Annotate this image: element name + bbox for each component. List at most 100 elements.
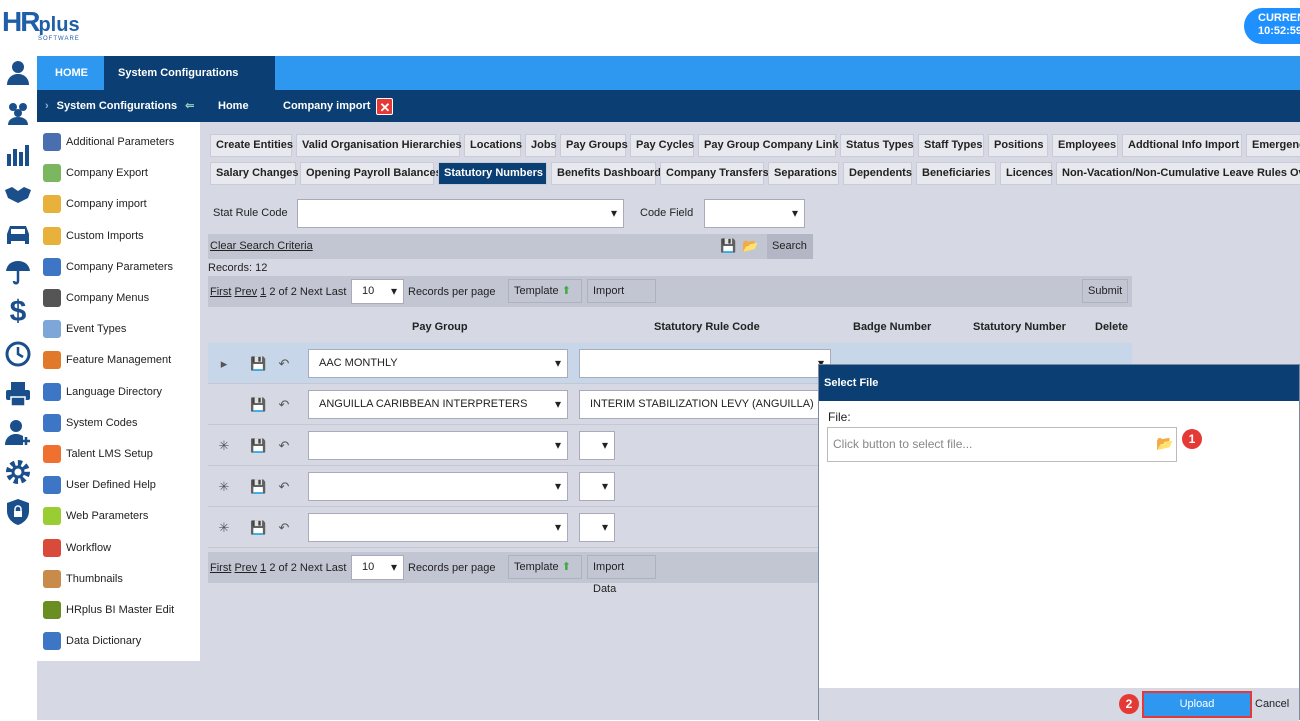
menu-item[interactable]: Language Directory (43, 381, 162, 403)
handshake-icon[interactable] (4, 180, 32, 208)
dollar-icon[interactable]: $ (4, 297, 32, 327)
import-tab[interactable]: Locations (464, 134, 522, 157)
umbrella-icon[interactable] (4, 258, 32, 286)
import-tab[interactable]: Staff Types (918, 134, 984, 157)
save-icon[interactable]: 💾 (250, 397, 266, 413)
close-icon[interactable]: ✕ (376, 97, 394, 115)
import-tab[interactable]: Separations (768, 162, 839, 185)
import-tab[interactable]: Licences (1000, 162, 1053, 185)
page-1-link[interactable]: 1 (260, 562, 266, 574)
menu-item[interactable]: System Codes (43, 412, 138, 434)
printer-icon[interactable] (4, 380, 32, 408)
import-tab[interactable]: Valid Organisation Hierarchies (296, 134, 462, 157)
chart-icon[interactable] (4, 140, 32, 168)
new-row-icon[interactable]: ✳ (216, 438, 232, 454)
import-tab[interactable]: Company Transfers (660, 162, 769, 185)
import-tab[interactable]: Opening Payroll Balances (300, 162, 442, 185)
import-tab[interactable]: Pay Group Company Link (698, 134, 838, 157)
submit-button[interactable]: Submit (1082, 279, 1128, 303)
menu-item[interactable]: Workflow (43, 537, 111, 559)
next-link[interactable]: Next (300, 286, 323, 298)
save-icon[interactable]: 💾 (250, 356, 266, 372)
undo-icon[interactable]: ↶ (276, 438, 292, 454)
menu-item[interactable]: Feature Management (43, 349, 171, 371)
import-data-button[interactable]: Import Data (587, 279, 656, 319)
row-expand-icon[interactable]: ▸ (216, 356, 232, 372)
first-link[interactable]: First (210, 562, 231, 574)
add-user-icon[interactable] (4, 418, 32, 446)
menu-item[interactable]: Event Types (43, 318, 126, 340)
menu-item[interactable]: Company import (43, 193, 147, 215)
user-icon[interactable] (4, 58, 32, 86)
users-icon[interactable] (4, 98, 32, 126)
import-tab[interactable]: Emergency Data (1246, 134, 1300, 157)
import-tab[interactable]: Addtional Info Import (1122, 134, 1242, 157)
statutory-rule-select[interactable]: INTERIM STABILIZATION LEVY (ANGUILLA)▾ (579, 390, 831, 419)
clock-icon[interactable] (4, 340, 32, 368)
menu-item[interactable]: Company Menus (43, 287, 149, 309)
save-icon[interactable]: 💾 (720, 238, 736, 254)
next-link[interactable]: Next (300, 562, 323, 574)
search-button[interactable]: Search (767, 234, 813, 259)
records-per-page-select[interactable]: 10 ▾ (351, 279, 404, 304)
menu-item[interactable]: Additional Parameters (43, 131, 174, 153)
import-tab[interactable]: Pay Cycles (630, 134, 694, 157)
breadcrumb-home[interactable]: Home (218, 90, 249, 122)
car-icon[interactable] (4, 220, 32, 248)
import-tab[interactable]: Pay Groups (560, 134, 628, 157)
import-tab[interactable]: Status Types (840, 134, 914, 157)
menu-item[interactable]: Company Export (43, 162, 148, 184)
import-tab[interactable]: Benefits Dashboard (551, 162, 661, 185)
new-row-icon[interactable]: ✳ (216, 479, 232, 495)
last-link[interactable]: Last (326, 286, 347, 298)
menu-item[interactable]: Company Parameters (43, 256, 173, 278)
statutory-rule-select[interactable]: ▾ (579, 349, 831, 378)
pay-group-select[interactable]: ANGUILLA CARIBBEAN INTERPRETERS ▾ (308, 390, 568, 419)
pay-group-select[interactable]: AAC MONTHLY ▾ (308, 349, 568, 378)
save-icon[interactable]: 💾 (250, 479, 266, 495)
import-tab[interactable]: Create Entities (210, 134, 293, 157)
page-1-link[interactable]: 1 (260, 286, 266, 298)
import-tab[interactable]: Employees (1052, 134, 1118, 157)
statutory-rule-select[interactable]: ▾ (579, 472, 615, 501)
code-field-select[interactable]: ▾ (704, 199, 805, 228)
undo-icon[interactable]: ↶ (276, 397, 292, 413)
undo-icon[interactable]: ↶ (276, 356, 292, 372)
undo-icon[interactable]: ↶ (276, 479, 292, 495)
pay-group-select[interactable]: ▾ (308, 431, 568, 460)
menu-item[interactable]: Thumbnails (43, 568, 123, 590)
upload-button[interactable]: Upload (1142, 691, 1252, 718)
last-link[interactable]: Last (326, 562, 347, 574)
section-menu[interactable]: › System Configurations ⇐ (45, 90, 205, 122)
first-link[interactable]: First (210, 286, 231, 298)
menu-item[interactable]: Data Dictionary (43, 630, 141, 652)
import-tab[interactable]: Jobs (525, 134, 557, 157)
shield-lock-icon[interactable] (4, 498, 32, 526)
menu-item[interactable]: Web Parameters (43, 505, 148, 527)
menu-item[interactable]: Talent LMS Setup (43, 443, 153, 465)
pay-group-select[interactable]: ▾ (308, 513, 568, 542)
save-icon[interactable]: 💾 (250, 438, 266, 454)
cancel-button[interactable]: Cancel (1255, 691, 1295, 718)
import-tab[interactable]: Positions (988, 134, 1048, 157)
import-tab[interactable]: Beneficiaries (916, 162, 996, 185)
gear-icon[interactable] (4, 458, 32, 486)
stat-rule-select[interactable]: ▾ (297, 199, 624, 228)
tab-system-configurations[interactable]: System Configurations✕ (104, 56, 275, 116)
template-button[interactable]: Template ⬆ (508, 555, 582, 579)
import-tab[interactable]: Non-Vacation/Non-Cumulative Leave Rules … (1056, 162, 1300, 185)
statutory-rule-select[interactable]: ▾ (579, 513, 615, 542)
import-tab[interactable]: Dependents (843, 162, 912, 185)
tab-home[interactable]: HOME (41, 56, 102, 90)
import-tab[interactable]: Statutory Numbers (438, 162, 547, 185)
menu-item[interactable]: HRplus BI Master Edit (43, 599, 174, 621)
import-data-button[interactable]: Import Data (587, 555, 656, 595)
records-per-page-select[interactable]: 10 ▾ (351, 555, 404, 580)
save-icon[interactable]: 💾 (250, 520, 266, 536)
pay-group-select[interactable]: ▾ (308, 472, 568, 501)
new-row-icon[interactable]: ✳ (216, 520, 232, 536)
statutory-rule-select[interactable]: ▾ (579, 431, 615, 460)
pin-icon[interactable]: ⇐ (185, 100, 194, 112)
file-input[interactable]: Click button to select file... 📂 (827, 427, 1177, 462)
import-tab[interactable]: Salary Changes (210, 162, 299, 185)
